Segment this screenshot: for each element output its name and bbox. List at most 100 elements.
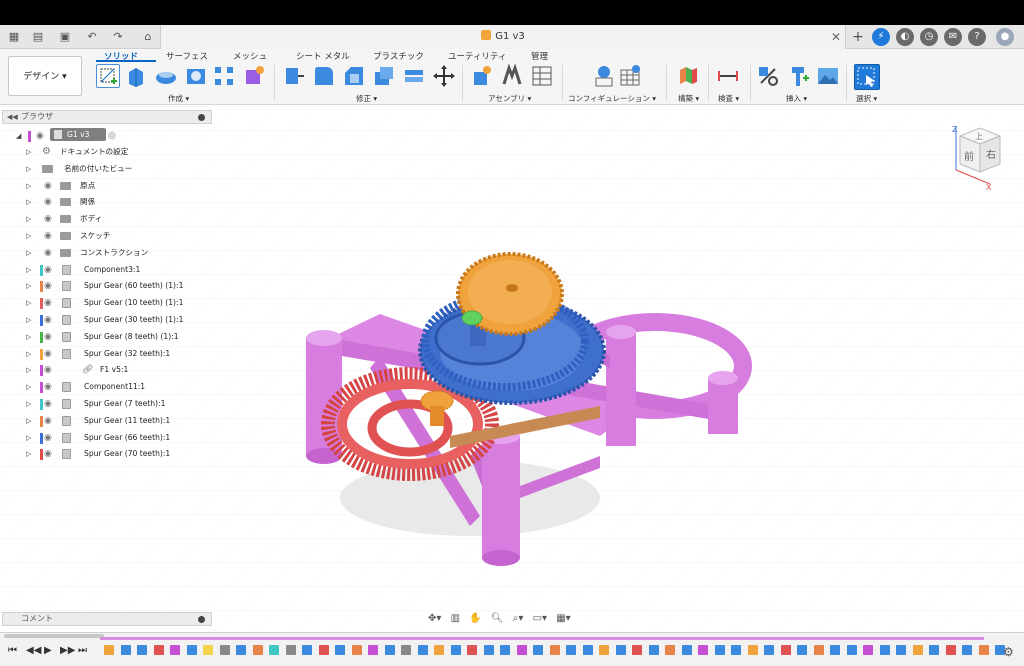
timeline-feature[interactable] <box>104 645 114 655</box>
display-settings-icon[interactable]: ▭▾ <box>533 610 547 628</box>
cube-face-front[interactable]: 前 <box>964 150 974 163</box>
visibility-eye-icon[interactable]: ◉ <box>44 278 52 294</box>
expand-arrow-icon[interactable]: ▷ <box>26 379 31 395</box>
browser-item[interactable]: ▷ ◉ 関係 <box>26 194 212 210</box>
job-status-icon[interactable]: ◐ <box>896 28 914 46</box>
timeline-feature[interactable] <box>450 645 461 655</box>
insert-derive-icon[interactable] <box>756 64 780 88</box>
browser-item[interactable]: ▷ ◉ Spur Gear (11 teeth):1 <box>26 413 212 429</box>
close-tab-icon[interactable]: ✕ <box>831 25 841 49</box>
timeline-feature[interactable] <box>285 645 296 655</box>
browser-item[interactable]: ▷ ◉ スケッチ <box>26 228 212 244</box>
user-avatar[interactable]: ● <box>996 28 1014 46</box>
timeline-feature[interactable] <box>582 645 593 655</box>
step-back-icon[interactable]: ◀◀ <box>26 645 41 656</box>
step-forward-icon[interactable]: ▶▶ <box>60 645 75 656</box>
browser-item[interactable]: ▷ ◉ 🔗︎ F1 v5:1 <box>26 362 212 378</box>
collapse-panel-icon[interactable]: ◀◀ <box>7 111 18 123</box>
zoom-icon[interactable]: 🔍︎ <box>491 610 504 628</box>
browser-item[interactable]: ▷ ◉ Spur Gear (8 teeth) (1):1 <box>26 329 212 345</box>
pan-icon[interactable]: ✋ <box>469 610 481 628</box>
configuration-table-icon[interactable] <box>618 64 642 88</box>
tab-manage[interactable]: 管理 <box>531 50 548 62</box>
timeline-feature[interactable] <box>516 645 527 655</box>
timeline-feature[interactable] <box>186 645 197 655</box>
timeline-feature[interactable] <box>632 645 642 655</box>
timeline-feature[interactable] <box>417 645 428 655</box>
timeline-feature[interactable] <box>566 645 576 655</box>
expand-arrow-icon[interactable]: ▷ <box>26 228 31 244</box>
browser-item[interactable]: ▷ ◉ 原点 <box>26 178 212 194</box>
timeline-settings-icon[interactable]: ⚙ <box>1003 645 1014 659</box>
timeline-feature[interactable] <box>384 645 395 655</box>
timeline-feature[interactable] <box>500 645 510 655</box>
assemble-table-icon[interactable] <box>530 64 554 88</box>
timeline-feature[interactable] <box>714 645 725 655</box>
browser-item[interactable]: ▷ ◉ Spur Gear (30 teeth) (1):1 <box>26 312 212 328</box>
create-form-icon[interactable] <box>242 64 266 88</box>
timeline-scrollbar[interactable] <box>4 634 104 638</box>
timeline-feature[interactable] <box>483 645 494 655</box>
insert-image-icon[interactable] <box>816 64 840 88</box>
home-icon[interactable]: ⌂ <box>140 29 156 45</box>
expand-arrow-icon[interactable]: ▷ <box>26 262 31 278</box>
help-icon[interactable]: ? <box>968 28 986 46</box>
save-icon[interactable]: ▣ <box>57 29 73 45</box>
move-icon[interactable] <box>432 64 456 88</box>
shell-icon[interactable] <box>372 64 396 88</box>
timeline-feature[interactable] <box>962 645 972 655</box>
tab-sheet-metal[interactable]: シート メタル <box>296 50 350 62</box>
expand-arrow-icon[interactable]: ▷ <box>26 446 31 462</box>
browser-root-row[interactable]: ◢ ◉ G1 v3 ◎ <box>16 128 212 144</box>
timeline-feature[interactable] <box>302 645 312 655</box>
timeline-feature[interactable] <box>401 645 411 655</box>
timeline-feature[interactable] <box>269 645 279 655</box>
visibility-eye-icon[interactable]: ◉ <box>44 329 52 345</box>
tab-plastic[interactable]: プラスチック <box>373 50 424 62</box>
browser-item[interactable]: ▷ ◉ Spur Gear (70 teeth):1 <box>26 446 212 462</box>
timeline-feature[interactable] <box>896 645 906 655</box>
tab-utilities[interactable]: ユーティリティ <box>448 50 506 62</box>
timeline-feature[interactable] <box>368 645 378 655</box>
visibility-eye-icon[interactable]: ◉ <box>44 295 52 311</box>
visibility-eye-icon[interactable]: ◉ <box>36 128 44 144</box>
timeline-feature[interactable] <box>813 645 824 655</box>
combine-icon[interactable] <box>402 64 426 88</box>
visibility-eye-icon[interactable]: ◉ <box>44 446 52 462</box>
go-to-start-icon[interactable]: ⏮ <box>8 645 17 656</box>
browser-item[interactable]: ▷ ◉ Component3:1 <box>26 262 212 278</box>
group-construct-label[interactable]: 構築 ▾ <box>678 93 699 104</box>
timeline-feature[interactable] <box>780 645 791 655</box>
timeline-feature[interactable] <box>137 645 147 655</box>
play-icon[interactable]: ▶ <box>44 645 52 656</box>
visibility-eye-icon[interactable]: ◉ <box>44 262 52 278</box>
timeline-feature[interactable] <box>153 645 164 655</box>
visibility-eye-icon[interactable]: ◉ <box>44 379 52 395</box>
cube-face-top[interactable]: 上 <box>975 132 983 141</box>
joint-icon[interactable] <box>500 63 524 88</box>
timeline-feature[interactable] <box>681 645 692 655</box>
timeline-feature[interactable] <box>912 645 923 655</box>
expand-arrow-icon[interactable]: ▷ <box>26 396 31 412</box>
browser-item[interactable]: ▷ ◉ Spur Gear (7 teeth):1 <box>26 396 212 412</box>
timeline-feature[interactable] <box>978 645 989 655</box>
timeline-feature[interactable] <box>252 645 263 655</box>
redo-icon[interactable]: ↷ <box>110 29 126 45</box>
expand-arrow-icon[interactable]: ▷ <box>26 362 31 378</box>
browser-item[interactable]: ▷ ◉ Spur Gear (60 teeth) (1):1 <box>26 278 212 294</box>
timeline-feature[interactable] <box>236 645 246 655</box>
timeline-feature[interactable] <box>170 645 180 655</box>
tab-mesh[interactable]: メッシュ <box>233 50 267 62</box>
timeline-feature[interactable] <box>335 645 345 655</box>
look-at-icon[interactable]: ▥ <box>451 610 460 628</box>
online-status-icon[interactable]: ◷ <box>920 28 938 46</box>
group-create-label[interactable]: 作成 ▾ <box>168 93 189 104</box>
browser-item[interactable]: ▷ 名前の付いたビュー <box>26 161 212 177</box>
go-to-end-icon[interactable]: ⏭ <box>78 645 87 656</box>
group-modify-label[interactable]: 修正 ▾ <box>356 93 377 104</box>
activate-radio-icon[interactable]: ◎ <box>108 128 116 144</box>
pattern-icon[interactable] <box>212 64 236 88</box>
expand-arrow-icon[interactable]: ▷ <box>26 211 31 227</box>
timeline-feature[interactable] <box>929 645 939 655</box>
timeline-feature[interactable] <box>698 645 708 655</box>
